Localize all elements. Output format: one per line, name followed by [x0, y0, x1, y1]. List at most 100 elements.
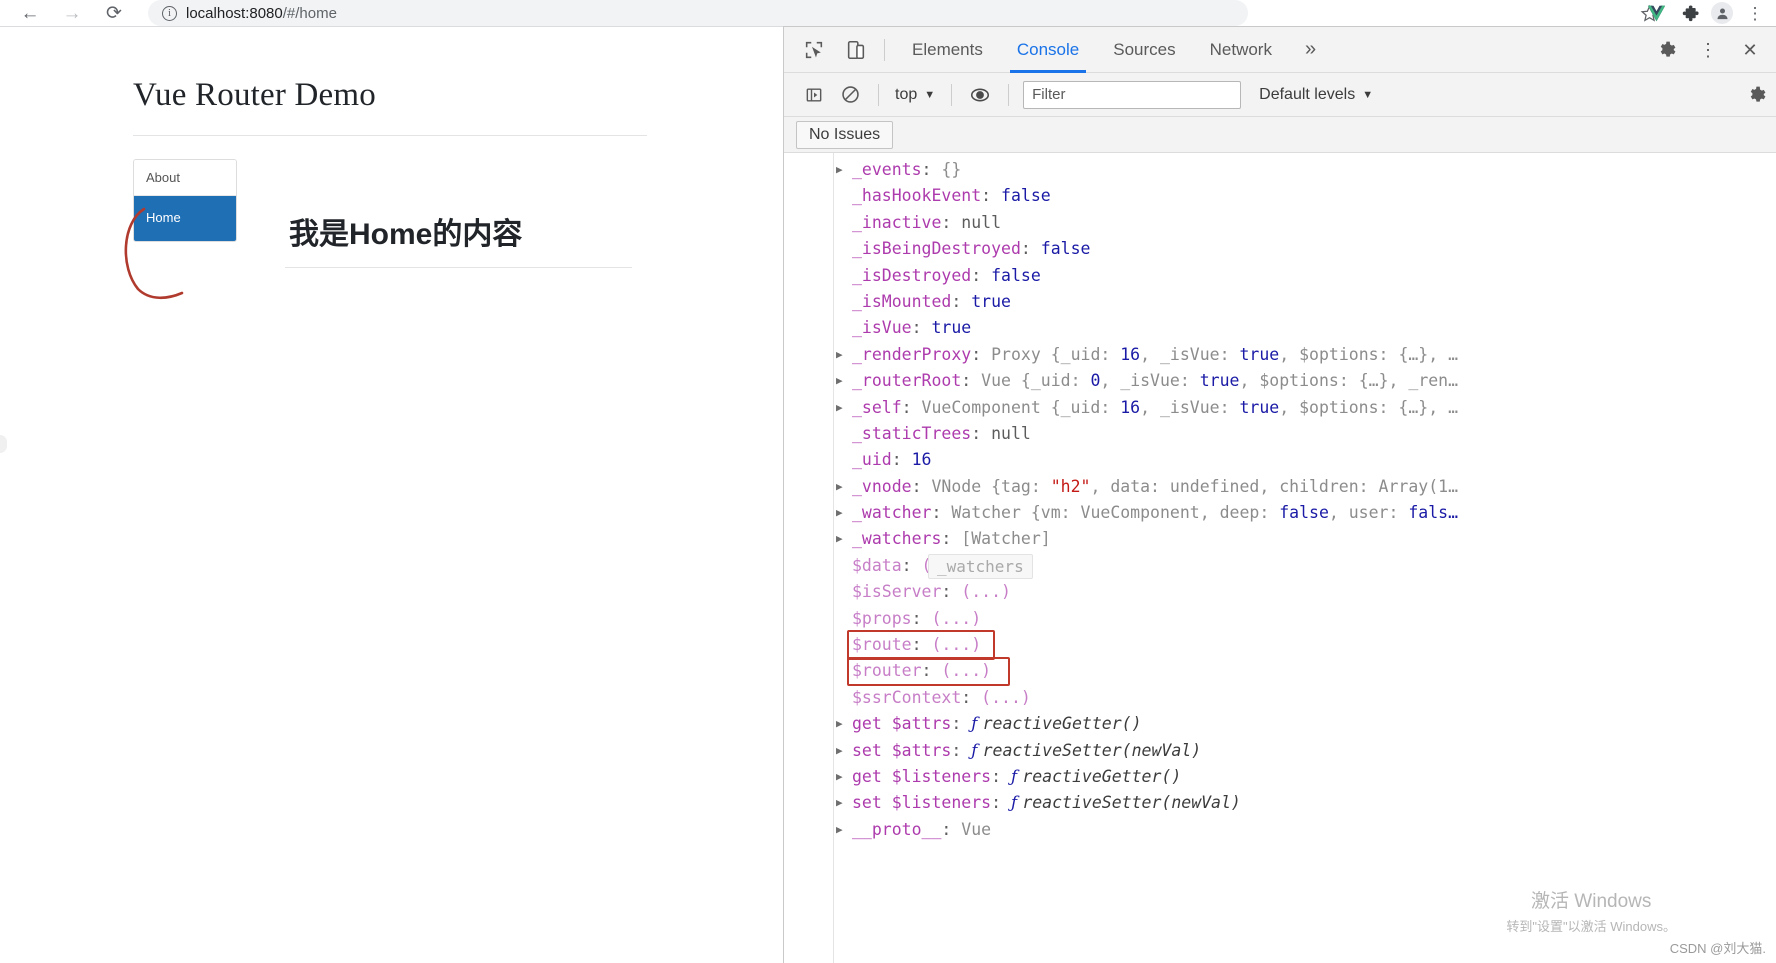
address-bar[interactable]: i localhost:8080/#/home	[148, 0, 1248, 26]
tabs-overflow-icon[interactable]: »	[1289, 27, 1332, 73]
console-property-row[interactable]: _isDestroyed: false	[784, 263, 1776, 289]
devtools-right-icons: ⋮ ✕	[1648, 27, 1768, 73]
expand-triangle-icon[interactable]: ▶	[836, 711, 843, 737]
console-property-row[interactable]: ▶set $attrs: ƒ reactiveSetter(newVal)	[784, 738, 1776, 764]
console-property-row[interactable]: ▶_renderProxy: Proxy {_uid: 16, _isVue: …	[784, 342, 1776, 368]
expand-triangle-icon[interactable]: ▶	[836, 395, 843, 421]
property-key: get $attrs	[852, 714, 951, 733]
property-separator: :	[941, 213, 961, 232]
tab-network[interactable]: Network	[1193, 27, 1289, 73]
extensions-puzzle-icon[interactable]	[1674, 0, 1704, 26]
live-expression-eye-icon[interactable]	[962, 79, 998, 111]
console-property-row[interactable]: ▶_watchers: [Watcher]	[784, 526, 1776, 552]
console-property-row[interactable]: _staticTrees: null	[784, 421, 1776, 447]
expand-triangle-icon[interactable]: ▶	[836, 526, 843, 552]
property-separator: :	[971, 345, 991, 364]
expand-triangle-icon[interactable]: ▶	[836, 368, 843, 394]
tab-console[interactable]: Console	[1000, 27, 1096, 73]
browser-menu-icon[interactable]: ⋮	[1740, 0, 1770, 26]
chevron-down-icon: ▼	[924, 89, 935, 101]
console-settings-icon[interactable]	[1746, 73, 1766, 117]
preview-token: , $options:	[1279, 398, 1398, 417]
console-property-row[interactable]: ▶get $listeners: ƒ reactiveGetter()	[784, 764, 1776, 790]
tab-sources[interactable]: Sources	[1096, 27, 1192, 73]
csdn-attribution: CSDN @刘大猫.	[1670, 938, 1766, 957]
property-key: $data	[852, 556, 902, 575]
property-key: _isMounted	[852, 292, 951, 311]
console-property-row[interactable]: ▶_watcher: Watcher {vm: VueComponent, de…	[784, 500, 1776, 526]
devtools-tabs: Elements Console Sources Network	[895, 27, 1289, 73]
expand-triangle-icon[interactable]: ▶	[836, 474, 843, 500]
console-property-row[interactable]: _inactive: null	[784, 210, 1776, 236]
console-property-row[interactable]: _uid: 16	[784, 447, 1776, 473]
device-toolbar-icon[interactable]	[838, 34, 874, 66]
devtools-tabbar: Elements Console Sources Network » ⋮ ✕	[784, 27, 1776, 73]
property-value: [Watcher]	[961, 529, 1050, 548]
console-property-row[interactable]: $router: (...)	[784, 658, 1776, 684]
property-separator: :	[951, 741, 971, 760]
console-filter-input[interactable]: Filter	[1023, 81, 1241, 109]
property-value: false	[1041, 239, 1091, 258]
back-icon[interactable]: ←	[10, 1, 50, 25]
profile-avatar[interactable]	[1707, 0, 1737, 26]
property-value: false	[1001, 186, 1051, 205]
expand-triangle-icon[interactable]: ▶	[836, 817, 843, 843]
property-value: {}	[941, 160, 961, 179]
console-property-row[interactable]: ▶_routerRoot: Vue {_uid: 0, _isVue: true…	[784, 368, 1776, 394]
property-key: _isVue	[852, 318, 912, 337]
site-info-icon[interactable]: i	[162, 6, 177, 21]
expand-triangle-icon[interactable]: ▶	[836, 157, 843, 183]
property-separator: :	[922, 661, 942, 680]
console-property-row[interactable]: _hasHookEvent: false	[784, 183, 1776, 209]
console-property-row[interactable]: _isMounted: true	[784, 289, 1776, 315]
reload-icon[interactable]: ⟳	[94, 1, 134, 25]
property-separator: :	[991, 793, 1011, 812]
property-value: true	[931, 318, 971, 337]
property-key: $props	[852, 609, 912, 628]
settings-gear-icon[interactable]	[1648, 32, 1684, 68]
expand-triangle-icon[interactable]: ▶	[836, 764, 843, 790]
execution-context-selector[interactable]: top ▼	[889, 86, 941, 104]
expand-triangle-icon[interactable]: ▶	[836, 342, 843, 368]
object-property-list: ▶ _events: {} _hasHookEvent: false_inactiv…	[784, 157, 1776, 843]
property-separator: :	[961, 371, 981, 390]
devtools-more-icon[interactable]: ⋮	[1690, 32, 1726, 68]
console-property-row[interactable]: ▶_self: VueComponent {_uid: 16, _isVue: …	[784, 395, 1776, 421]
property-hover-tooltip: _watchers	[928, 554, 1033, 579]
clear-console-icon[interactable]	[832, 79, 868, 111]
console-property-row[interactable]: _isBeingDestroyed: false	[784, 236, 1776, 262]
console-property-row[interactable]: ▶_vnode: VNode {tag: "h2", data: undefin…	[784, 474, 1776, 500]
console-sidebar-toggle-icon[interactable]	[796, 79, 832, 111]
property-key: $ssrContext	[852, 688, 961, 707]
console-property-row[interactable]: $route: (...)	[784, 632, 1776, 658]
property-key: $isServer	[852, 582, 941, 601]
expand-triangle-icon[interactable]: ▶	[836, 790, 843, 816]
inspect-element-icon[interactable]	[796, 34, 832, 66]
property-key: _events	[852, 160, 922, 179]
log-levels-selector[interactable]: Default levels ▼	[1259, 86, 1373, 104]
property-key: _watcher	[852, 503, 931, 522]
vue-devtools-icon[interactable]	[1641, 0, 1671, 26]
expand-triangle-icon[interactable]: ▶	[836, 500, 843, 526]
console-property-row[interactable]: $isServer: (...)	[784, 579, 1776, 605]
forward-icon[interactable]: →	[52, 1, 92, 25]
property-key: _staticTrees	[852, 424, 971, 443]
property-key: _watchers	[852, 529, 941, 548]
console-property-row[interactable]: ▶set $listeners: ƒ reactiveSetter(newVal…	[784, 790, 1776, 816]
property-value: null	[991, 424, 1031, 443]
console-property-row[interactable]: _isVue: true	[784, 315, 1776, 341]
nav-link-about[interactable]: About	[134, 160, 236, 196]
no-issues-button[interactable]: No Issues	[796, 121, 893, 149]
constructor-name: Watcher	[951, 503, 1030, 522]
console-property-row[interactable]: ▶__proto__: Vue	[784, 817, 1776, 843]
console-property-row[interactable]: $props: (...)	[784, 606, 1776, 632]
console-property-row[interactable]: ▶get $attrs: ƒ reactiveGetter()	[784, 711, 1776, 737]
devtools-close-icon[interactable]: ✕	[1732, 32, 1768, 68]
console-property-row[interactable]: $ssrContext: (...)	[784, 685, 1776, 711]
function-glyph: ƒ	[1011, 793, 1022, 812]
tab-elements[interactable]: Elements	[895, 27, 1000, 73]
console-property-row[interactable]: ▶_events: {}	[784, 157, 1776, 183]
expand-triangle-icon[interactable]: ▶	[836, 738, 843, 764]
property-separator: :	[912, 318, 932, 337]
console-output[interactable]: ▶ _events: {} _hasHookEvent: false_inactiv…	[784, 153, 1776, 963]
